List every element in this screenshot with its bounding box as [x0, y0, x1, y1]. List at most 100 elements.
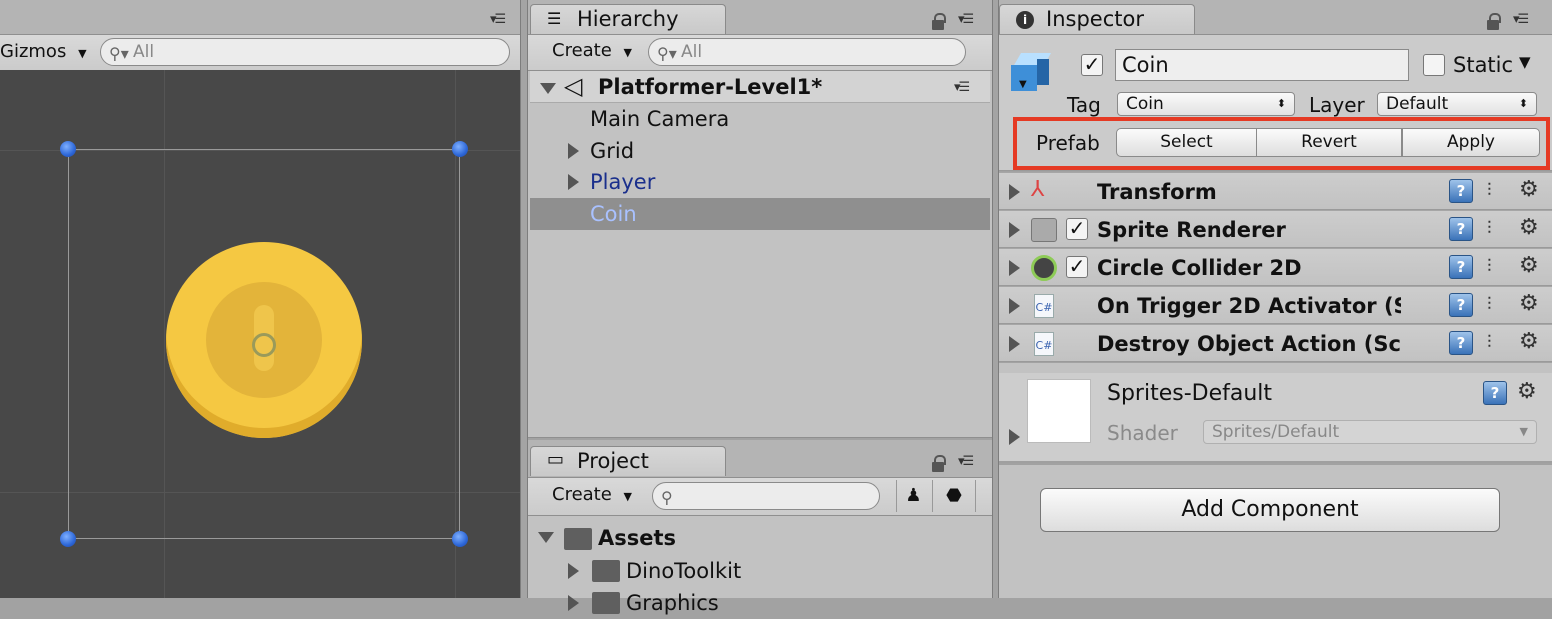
component-transform[interactable]: ⅄ Transform ? ⫶ ⚙ [999, 172, 1552, 210]
gear-icon[interactable]: ⚙ [1519, 255, 1539, 277]
scene-menu-icon[interactable]: ▾☰ [954, 80, 970, 95]
hierarchy-toolbar: Create ▼ ⚲▾ All [528, 35, 992, 71]
expand-arrow-icon[interactable] [1009, 336, 1020, 352]
gear-icon[interactable]: ⚙ [1519, 293, 1539, 315]
expand-arrow-icon[interactable] [568, 174, 579, 190]
prefab-select-button[interactable]: Select [1116, 128, 1257, 157]
project-item-assets[interactable]: Assets [598, 522, 676, 554]
tag-dropdown[interactable]: Coin ⬍ [1117, 92, 1295, 116]
expand-arrow-icon[interactable] [568, 563, 579, 579]
coin-sprite[interactable] [166, 242, 362, 438]
info-icon: i [1016, 11, 1034, 29]
panel-divider[interactable] [520, 0, 528, 598]
gear-icon[interactable]: ⚙ [1517, 381, 1537, 403]
rect-handle-bottom-right[interactable] [452, 531, 468, 547]
scene-tabbar: ▾☰ [0, 0, 522, 35]
list-item[interactable]: Grid [530, 135, 990, 167]
chevron-down-icon[interactable]: ▼ [1019, 79, 1027, 90]
panel-menu-icon[interactable]: ▾☰ [490, 12, 506, 27]
object-name-field[interactable]: Coin [1115, 49, 1409, 81]
component-on-trigger-2d-activator[interactable]: C# On Trigger 2D Activator (Script) ? ⫶ … [999, 286, 1552, 324]
project-search-input[interactable]: ⚲ [652, 482, 880, 510]
expand-arrow-icon[interactable] [538, 532, 554, 543]
tab-project[interactable]: ▭ Project [530, 446, 726, 476]
chevron-down-icon: ▼ [623, 46, 633, 59]
preset-sliders-icon[interactable]: ⫶ [1487, 257, 1492, 277]
preset-sliders-icon[interactable]: ⫶ [1487, 333, 1492, 353]
scene-search-input[interactable]: ⚲▾ All [100, 38, 510, 66]
prefab-label: Prefab [1036, 131, 1100, 155]
gizmos-dropdown[interactable]: Gizmos ▼ [0, 37, 87, 67]
project-item-dinotoolkit[interactable]: DinoToolkit [626, 555, 741, 587]
expand-arrow-icon[interactable] [540, 83, 556, 94]
panel-menu-icon[interactable]: ▾☰ [1513, 12, 1529, 27]
project-panel: Assets DinoToolkit Graphics [528, 516, 992, 615]
help-book-icon[interactable]: ? [1449, 331, 1473, 355]
expand-arrow-icon[interactable] [1009, 222, 1020, 238]
panel-divider[interactable] [992, 0, 999, 598]
gameobject-cube-icon[interactable] [1011, 53, 1053, 95]
prefab-apply-button[interactable]: Apply [1402, 128, 1540, 157]
help-book-icon[interactable]: ? [1483, 381, 1507, 405]
expand-arrow-icon[interactable] [1009, 429, 1020, 445]
gear-icon[interactable]: ⚙ [1519, 331, 1539, 353]
circle-collider-enabled-checkbox[interactable]: ✓ [1066, 256, 1088, 278]
folder-icon [564, 528, 592, 550]
expand-arrow-icon[interactable] [568, 143, 579, 159]
layer-label: Layer [1309, 93, 1365, 117]
lock-icon[interactable] [932, 13, 946, 30]
component-sprite-renderer[interactable]: ✓ Sprite Renderer ? ⫶ ⚙ [999, 210, 1552, 248]
scene-name: Platformer-Level1* [598, 75, 823, 99]
preset-sliders-icon[interactable]: ⫶ [1487, 295, 1492, 315]
expand-arrow-icon[interactable] [1009, 184, 1020, 200]
gear-icon[interactable]: ⚙ [1519, 179, 1539, 201]
hierarchy-search-input[interactable]: ⚲▾ All [648, 38, 966, 66]
rect-handle-bottom-left[interactable] [60, 531, 76, 547]
rect-handle-top-left[interactable] [60, 141, 76, 157]
active-checkbox[interactable]: ✓ [1081, 54, 1103, 76]
list-item-selected[interactable]: Coin [530, 198, 990, 230]
scene-header-row[interactable]: ◁ Platformer-Level1* ▾☰ [530, 71, 990, 103]
component-destroy-object-action[interactable]: C# Destroy Object Action (Script) ? ⫶ ⚙ [999, 324, 1552, 362]
help-book-icon[interactable]: ? [1449, 293, 1473, 317]
panel-menu-icon[interactable]: ▾☰ [958, 454, 974, 469]
rect-handle-top-right[interactable] [452, 141, 468, 157]
add-component-button[interactable]: Add Component [1040, 488, 1500, 532]
project-item-graphics[interactable]: Graphics [626, 587, 719, 619]
filter-by-type-icon[interactable]: ♟ [896, 480, 930, 512]
material-name: Sprites-Default [1107, 381, 1273, 406]
project-tabbar: ▭ Project ▾☰ [528, 440, 992, 478]
lock-icon[interactable] [932, 455, 946, 472]
hierarchy-create-dropdown[interactable]: Create ▼ [542, 36, 632, 66]
help-book-icon[interactable]: ? [1449, 179, 1473, 203]
expand-arrow-icon[interactable] [1009, 298, 1020, 314]
static-checkbox[interactable] [1423, 54, 1445, 76]
panel-menu-icon[interactable]: ▾☰ [958, 12, 974, 27]
preset-sliders-icon[interactable]: ⫶ [1487, 219, 1492, 239]
tab-hierarchy[interactable]: ☰ Hierarchy [530, 4, 726, 34]
shader-value: Sprites/Default [1212, 422, 1340, 442]
prefab-revert-button[interactable]: Revert [1257, 128, 1402, 157]
tab-inspector[interactable]: i Inspector [999, 4, 1195, 34]
preset-sliders-icon[interactable]: ⫶ [1487, 181, 1492, 201]
material-preview-thumbnail[interactable] [1027, 379, 1091, 443]
component-circle-collider-2d[interactable]: ✓ Circle Collider 2D ? ⫶ ⚙ [999, 248, 1552, 286]
static-dropdown-icon[interactable]: ▼ [1519, 53, 1531, 71]
sprite-renderer-enabled-checkbox[interactable]: ✓ [1066, 218, 1088, 240]
static-label: Static [1453, 53, 1514, 77]
component-name: Transform [1097, 180, 1217, 204]
list-item[interactable]: Main Camera [530, 103, 990, 135]
expand-arrow-icon[interactable] [568, 595, 579, 611]
gear-icon[interactable]: ⚙ [1519, 217, 1539, 239]
layer-dropdown[interactable]: Default ⬍ [1377, 92, 1537, 116]
csharp-script-icon: C# [1034, 332, 1054, 356]
help-book-icon[interactable]: ? [1449, 217, 1473, 241]
project-create-dropdown[interactable]: Create ▼ [542, 480, 632, 510]
scene-viewport[interactable] [0, 70, 520, 598]
list-item[interactable]: Player [530, 166, 990, 198]
filter-by-label-icon[interactable]: ⬣ [932, 480, 976, 512]
expand-arrow-icon[interactable] [1009, 260, 1020, 276]
lock-icon[interactable] [1487, 13, 1501, 30]
shader-dropdown[interactable]: Sprites/Default ▼ [1203, 420, 1537, 444]
help-book-icon[interactable]: ? [1449, 255, 1473, 279]
